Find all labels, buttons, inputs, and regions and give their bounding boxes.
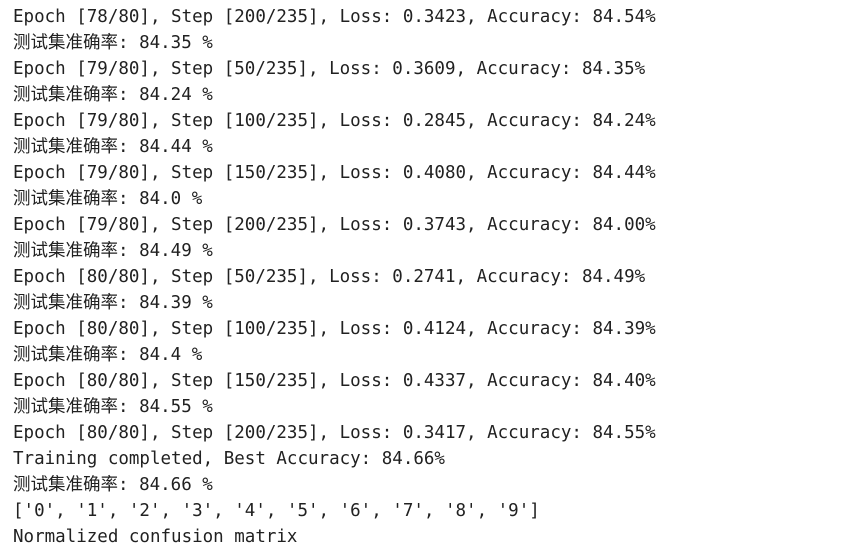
log-line-test-accuracy: 测试集准确率: 84.24 % — [13, 85, 213, 105]
log-line-test-accuracy: 测试集准确率: 84.0 % — [13, 189, 203, 209]
log-line-confusion-matrix-title: Normalized confusion matrix — [13, 527, 298, 547]
log-line-train-step: Epoch [80/80], Step [50/235], Loss: 0.27… — [13, 267, 646, 287]
log-line-test-accuracy: 测试集准确率: 84.44 % — [13, 137, 213, 157]
log-line-training-completed: Training completed, Best Accuracy: 84.66… — [13, 449, 445, 469]
log-line-test-accuracy: 测试集准确率: 84.35 % — [13, 33, 213, 53]
log-line-train-step: Epoch [79/80], Step [100/235], Loss: 0.2… — [13, 111, 656, 131]
log-line-class-list: ['0', '1', '2', '3', '4', '5', '6', '7',… — [13, 501, 540, 521]
log-line-train-step: Epoch [79/80], Step [200/235], Loss: 0.3… — [13, 215, 656, 235]
log-line-train-step: Epoch [78/80], Step [200/235], Loss: 0.3… — [13, 7, 656, 27]
log-line-train-step: Epoch [79/80], Step [150/235], Loss: 0.4… — [13, 163, 656, 183]
log-line-train-step: Epoch [79/80], Step [50/235], Loss: 0.36… — [13, 59, 646, 79]
log-line-train-step: Epoch [80/80], Step [100/235], Loss: 0.4… — [13, 319, 656, 339]
log-line-test-accuracy: 测试集准确率: 84.49 % — [13, 241, 213, 261]
console-output: Epoch [78/80], Step [200/235], Loss: 0.3… — [0, 0, 867, 553]
log-line-train-step: Epoch [80/80], Step [200/235], Loss: 0.3… — [13, 423, 656, 443]
log-line-test-accuracy: 测试集准确率: 84.4 % — [13, 345, 203, 365]
log-line-test-accuracy: 测试集准确率: 84.66 % — [13, 475, 213, 495]
log-line-train-step: Epoch [80/80], Step [150/235], Loss: 0.4… — [13, 371, 656, 391]
log-line-test-accuracy: 测试集准确率: 84.39 % — [13, 293, 213, 313]
log-line-test-accuracy: 测试集准确率: 84.55 % — [13, 397, 213, 417]
